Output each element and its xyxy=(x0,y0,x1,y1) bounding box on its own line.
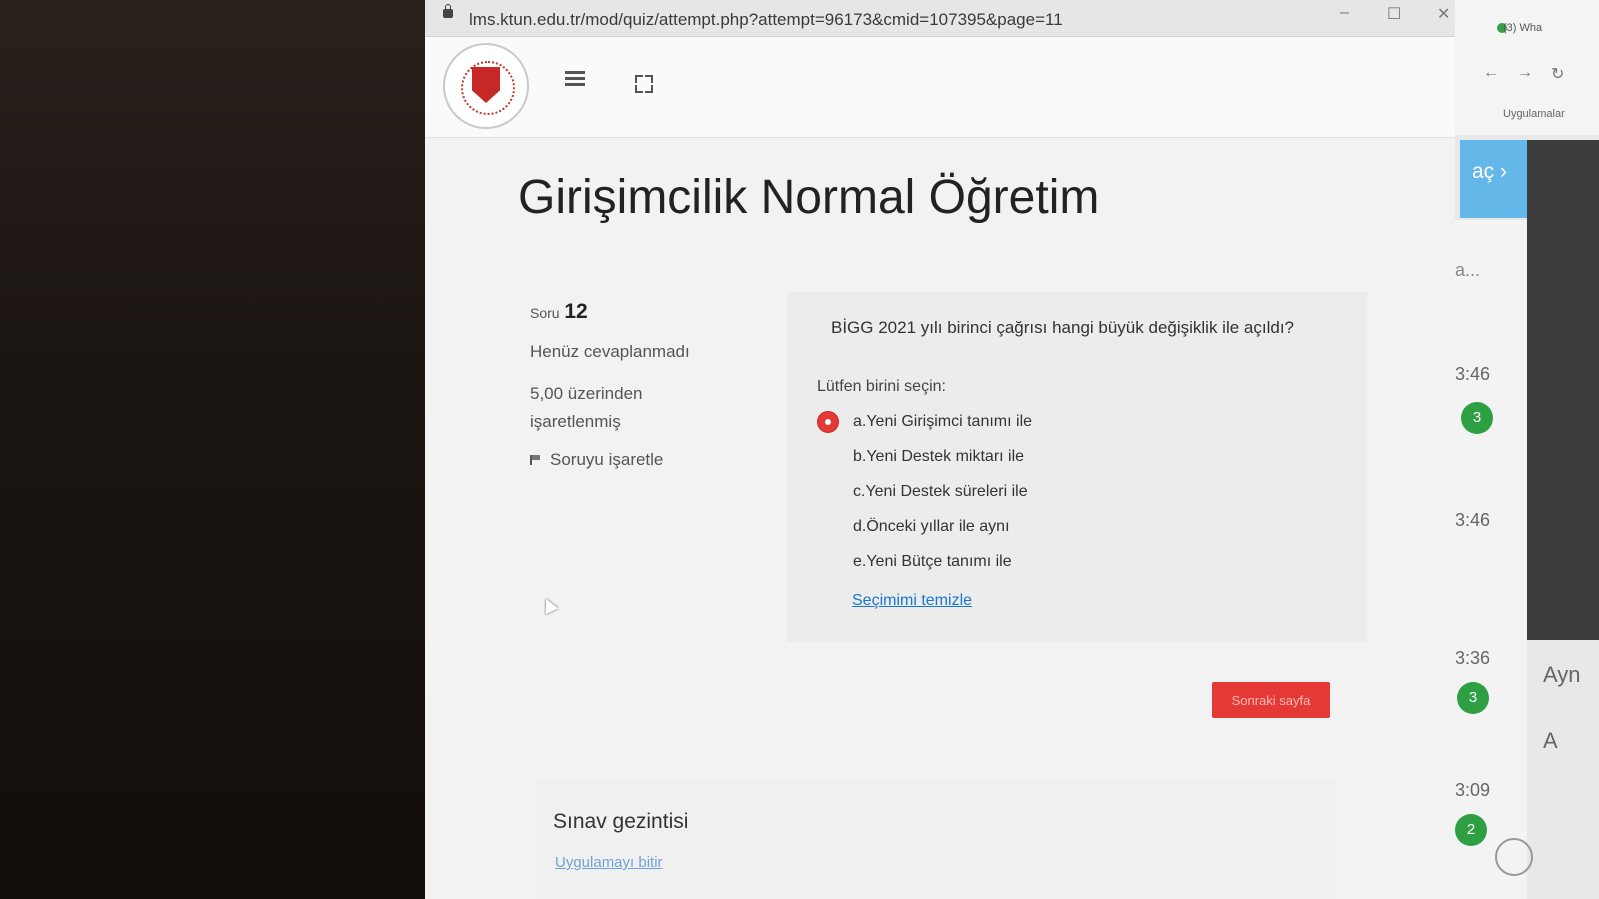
lock-icon xyxy=(443,4,453,18)
answer-option-b[interactable]: b.Yeni Destek miktarı ile xyxy=(817,439,1032,474)
desk-background xyxy=(0,0,430,899)
question-label: Soru xyxy=(530,305,560,321)
question-text: BİGG 2021 yılı birinci çağrısı hangi büy… xyxy=(831,318,1295,337)
next-page-button[interactable]: Sonraki sayfa xyxy=(1212,682,1330,718)
chat-preview-text: a... xyxy=(1455,260,1481,280)
chat-time: 3:46 xyxy=(1455,510,1491,530)
side-browser-window: (3) Wha ← → ↻ Uygulamalar aç › a... 3:46… xyxy=(1455,0,1599,899)
answer-option-e[interactable]: e.Yeni Bütçe tanımı ile xyxy=(817,544,1032,579)
answer-option-c[interactable]: c.Yeni Destek süreleri ile xyxy=(817,474,1032,509)
chat-time: 3:36 xyxy=(1455,648,1491,668)
mouse-cursor-icon xyxy=(539,595,559,615)
panel-toggle-button[interactable]: aç › xyxy=(1460,140,1530,218)
media-preview xyxy=(1527,140,1599,640)
unread-badge: 3 xyxy=(1461,402,1493,434)
question-content: BİGG 2021 yılı birinci çağrısı hangi büy… xyxy=(787,292,1367,642)
question-status: Henüz cevaplanmadı xyxy=(530,342,690,361)
side-window-toolbar: (3) Wha ← → ↻ Uygulamalar xyxy=(1455,0,1599,135)
radio-selected-icon[interactable] xyxy=(817,410,839,433)
browser-window: lms.ktun.edu.tr/mod/quiz/attempt.php?att… xyxy=(425,0,1485,899)
fullscreen-icon[interactable] xyxy=(635,75,653,93)
flag-question-label: Soruyu işaretle xyxy=(550,450,664,469)
answer-option-label: e.Yeni Bütçe tanımı ile xyxy=(853,552,1012,570)
maximize-button[interactable]: ☐ xyxy=(1387,4,1401,24)
unread-badge: 2 xyxy=(1455,814,1487,846)
grade-text-line2: işaretlenmiş xyxy=(530,412,621,431)
page-title: Girişimcilik Normal Öğretim xyxy=(518,171,1100,224)
flag-question-button[interactable]: Soruyu işaretle xyxy=(530,450,770,470)
close-button[interactable]: ✕ xyxy=(1437,4,1450,24)
chat-list: a... 3:46 3 3:46 3:36 3 3:09 2 xyxy=(1455,220,1527,899)
answer-option-label: b.Yeni Destek miktarı ile xyxy=(853,447,1025,465)
radio-icon[interactable] xyxy=(817,446,839,468)
hamburger-menu-icon[interactable] xyxy=(565,71,585,87)
side-tab-title[interactable]: (3) Wha xyxy=(1503,22,1542,34)
message-fragment: Ayn xyxy=(1543,662,1581,687)
radio-icon[interactable] xyxy=(817,481,839,503)
answer-option-label: d.Önceki yıllar ile aynı xyxy=(853,517,1010,535)
answer-option-d[interactable]: d.Önceki yıllar ile aynı xyxy=(817,509,1032,544)
chat-time: 3:09 xyxy=(1455,780,1491,800)
url-text[interactable]: lms.ktun.edu.tr/mod/quiz/attempt.php?att… xyxy=(469,10,1063,30)
address-bar[interactable]: lms.ktun.edu.tr/mod/quiz/attempt.php?att… xyxy=(425,0,1485,37)
minimize-button[interactable]: – xyxy=(1340,4,1349,22)
forward-arrow-icon[interactable]: → xyxy=(1517,64,1533,82)
finish-attempt-link[interactable]: Uygulamayı bitir xyxy=(555,854,663,871)
panel-toggle-label: aç › xyxy=(1472,160,1508,183)
answer-options: a.Yeni Girişimci tanımı ile b.Yeni Deste… xyxy=(817,404,1032,579)
flag-icon xyxy=(530,455,542,465)
apps-shortcut[interactable]: Uygulamalar xyxy=(1503,108,1565,120)
radio-icon[interactable] xyxy=(817,516,839,538)
clear-choice-link[interactable]: Seçimimi temizle xyxy=(852,592,972,610)
question-number: 12 xyxy=(564,300,588,323)
emoji-icon[interactable] xyxy=(1495,838,1533,876)
lms-navbar xyxy=(425,37,1485,138)
answer-prompt: Lütfen birini seçin: xyxy=(817,378,946,395)
answer-option-label: c.Yeni Destek süreleri ile xyxy=(853,482,1028,500)
message-fragment: A xyxy=(1543,728,1558,753)
reload-icon[interactable]: ↻ xyxy=(1551,64,1564,84)
radio-icon[interactable] xyxy=(817,551,839,573)
quiz-navigation-title: Sınav gezintisi xyxy=(553,810,689,833)
answer-option-a[interactable]: a.Yeni Girişimci tanımı ile xyxy=(817,404,1032,439)
grade-text-line1: 5,00 üzerinden xyxy=(530,384,643,403)
quiz-navigation-block: Sınav gezintisi Uygulamayı bitir xyxy=(535,780,1335,899)
chat-time: 3:46 xyxy=(1455,364,1491,384)
back-arrow-icon[interactable]: ← xyxy=(1483,64,1499,82)
university-logo[interactable] xyxy=(443,43,529,129)
unread-badge: 3 xyxy=(1457,682,1489,714)
answer-option-label: a.Yeni Girişimci tanımı ile xyxy=(853,412,1033,430)
question-info-panel: Soru 12 Henüz cevaplanmadı 5,00 üzerinde… xyxy=(530,300,770,470)
